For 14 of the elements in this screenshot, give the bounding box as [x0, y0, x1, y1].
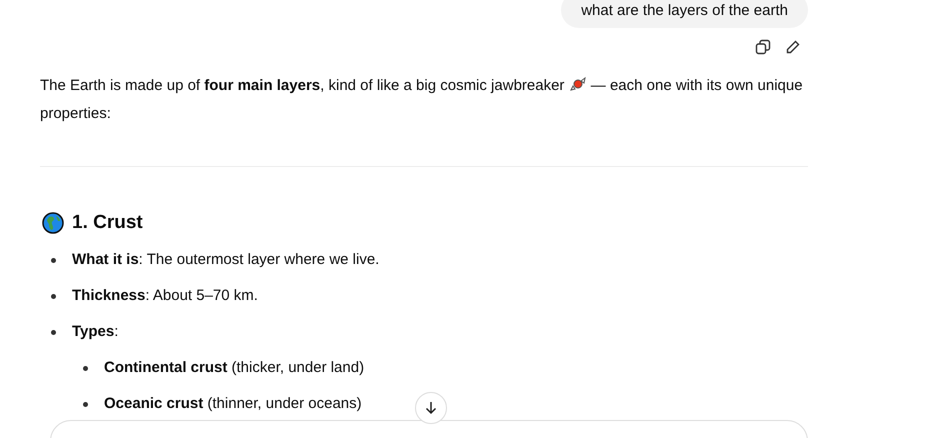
scroll-down-button[interactable]: [415, 392, 447, 424]
section-title: 1. Crust: [72, 212, 143, 234]
down-arrow-icon: [424, 401, 438, 415]
globe-icon: [42, 212, 64, 234]
copy-icon[interactable]: [755, 39, 771, 55]
list-item: Thickness: About 5–70 km.: [72, 287, 258, 304]
user-message: what are the layers of the earth: [561, 0, 808, 28]
list-item: Continental crust (thicker, under land): [104, 359, 364, 376]
list-item: Oceanic crust (thinner, under oceans): [104, 395, 362, 412]
intro-text: The Earth is made up of four main layers, kind of like a big cosmic jawbreaker — each one with its own unique properties:: [40, 75, 804, 124]
edit-icon[interactable]: [785, 39, 801, 55]
list-item: Types:: [72, 323, 118, 340]
list-item: What it is: The outermost layer where we live.: [72, 251, 380, 268]
candy-icon: [568, 76, 587, 92]
